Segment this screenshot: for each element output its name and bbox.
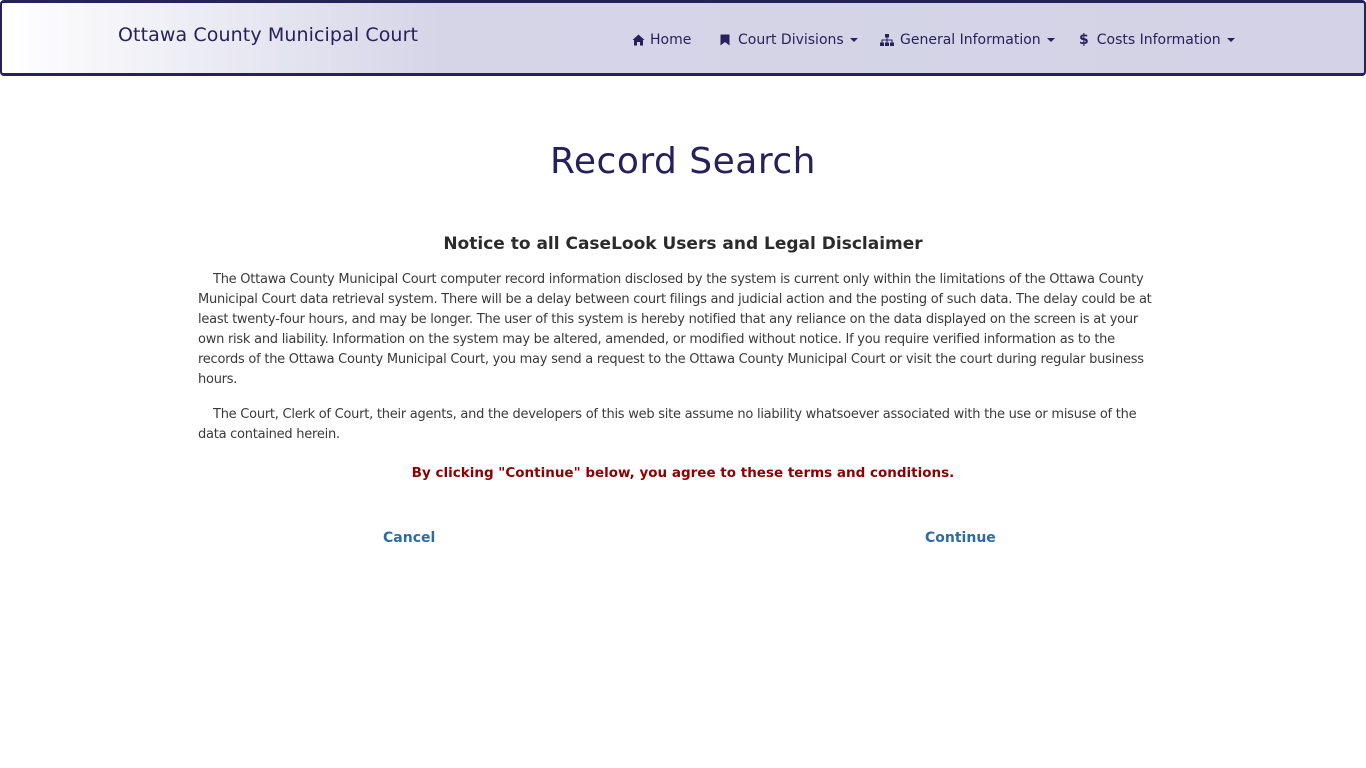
nav-court-divisions[interactable]: Court Divisions [720, 29, 858, 51]
nav-general-information-label: General Information [900, 32, 1041, 48]
chevron-down-icon [1046, 38, 1055, 42]
nav-home[interactable]: Home [632, 29, 691, 51]
dollar-icon: $ [1079, 32, 1089, 48]
top-navbar: Ottawa County Municipal Court Home Court… [0, 0, 1366, 76]
nav-costs-information[interactable]: $ Costs Information [1077, 29, 1235, 51]
page-title: Record Search [549, 141, 816, 182]
cancel-button[interactable]: Cancel [383, 530, 435, 546]
nav-home-label: Home [650, 32, 692, 48]
liability-paragraph: The Court, Clerk of Court, their agents,… [198, 407, 1137, 442]
notice-heading: Notice to all CaseLook Users and Legal D… [443, 234, 923, 254]
continue-button[interactable]: Continue [925, 530, 996, 546]
nav-costs-information-label: Costs Information [1096, 32, 1221, 48]
sitemap-icon [880, 34, 894, 46]
nav-general-information[interactable]: General Information [880, 29, 1055, 51]
home-icon [632, 34, 645, 46]
agreement-notice: By clicking "Continue" below, you agree … [411, 465, 955, 481]
bookmark-icon [720, 34, 730, 46]
site-brand[interactable]: Ottawa County Municipal Court [118, 24, 418, 46]
chevron-down-icon [1226, 38, 1235, 42]
chevron-down-icon [849, 38, 858, 42]
nav-court-divisions-label: Court Divisions [738, 32, 844, 48]
disclaimer-paragraph: The Ottawa County Municipal Court comput… [198, 272, 1152, 387]
